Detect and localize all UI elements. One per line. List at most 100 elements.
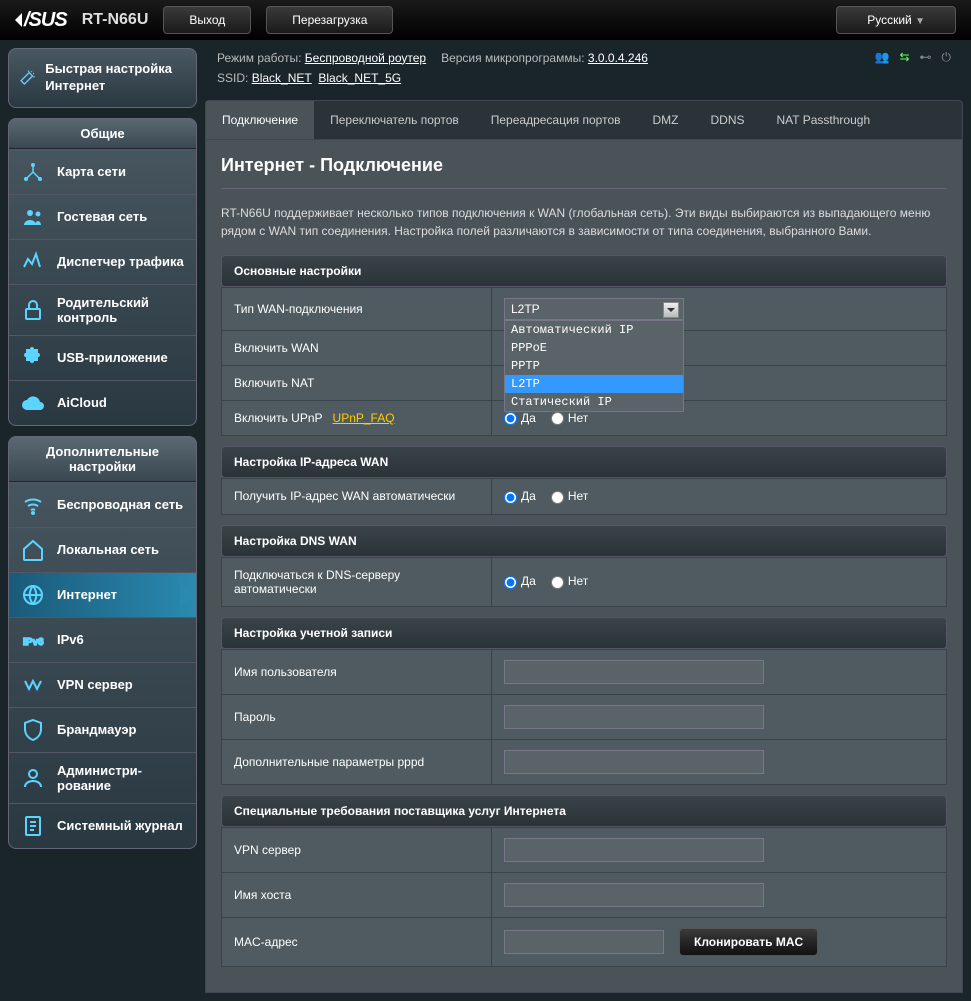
wan-opt-pptp[interactable]: PPTP [505, 357, 683, 375]
wand-icon [19, 67, 35, 89]
section-basic: Основные настройки [221, 255, 947, 287]
sidebar-item-parental[interactable]: Родительский контроль [9, 284, 196, 335]
wan-opt-static[interactable]: Статический IP [505, 393, 683, 411]
enable-wan-label: Включить WAN [222, 331, 492, 366]
tab-ddns[interactable]: DDNS [695, 101, 761, 139]
password-label: Пароль [222, 694, 492, 739]
main-content: Режим работы: Беспроводной роутер Версия… [205, 40, 971, 1001]
section-header: Дополнительные настройки [9, 437, 196, 482]
vpn-input[interactable] [504, 838, 764, 862]
users-icon[interactable]: 👥 [874, 50, 889, 65]
password-input[interactable] [504, 705, 764, 729]
sidebar-item-firewall[interactable]: Брандмауэр [9, 707, 196, 752]
upnp-faq-link[interactable]: UPnP_FAQ [333, 411, 395, 425]
asus-logo: /SUS [15, 9, 67, 32]
fw-link[interactable]: 3.0.0.4.246 [588, 51, 648, 65]
sidebar-item-wireless[interactable]: Беспроводная сеть [9, 482, 196, 527]
tab-nat[interactable]: NAT Passthrough [761, 101, 887, 139]
top-bar: /SUS RT-N66U Выход Перезагрузка Русский … [0, 0, 971, 40]
network-map-icon [21, 160, 45, 184]
wan-opt-pppoe[interactable]: PPPoE [505, 339, 683, 357]
tab-port-trigger[interactable]: Переключатель портов [314, 101, 475, 139]
upnp-yes[interactable]: Да [504, 411, 536, 425]
username-input[interactable] [504, 660, 764, 684]
wan-type-select[interactable]: L2TP [504, 298, 684, 320]
vpn-icon [21, 673, 45, 697]
page-description: RT-N66U поддерживает несколько типов под… [221, 204, 947, 240]
content-panel: Интернет - Подключение RT-N66U поддержив… [205, 140, 963, 993]
model-name: RT-N66U [82, 11, 149, 29]
advanced-section: Дополнительные настройки Беспроводная се… [8, 436, 197, 849]
clone-mac-button[interactable]: Клонировать MAC [679, 928, 818, 956]
guest-icon [21, 205, 45, 229]
sidebar-item-traffic[interactable]: Диспетчер трафика [9, 239, 196, 284]
ssid2-link[interactable]: Black_NET_5G [318, 71, 401, 85]
wan-opt-auto[interactable]: Автоматический IP [505, 321, 683, 339]
sidebar-item-lan[interactable]: Локальная сеть [9, 527, 196, 572]
language-select[interactable]: Русский ▼ [836, 6, 956, 34]
globe-icon [21, 583, 45, 607]
svg-text:IPv6: IPv6 [23, 637, 44, 648]
sidebar-item-admin[interactable]: Администри-рование [9, 752, 196, 803]
page-title: Интернет - Подключение [221, 155, 947, 189]
shield-icon [21, 718, 45, 742]
section-account: Настройка учетной записи [221, 617, 947, 649]
tab-dmz[interactable]: DMZ [637, 101, 695, 139]
mode-link[interactable]: Беспроводной роутер [305, 51, 426, 65]
tab-connection[interactable]: Подключение [206, 101, 314, 139]
wan-opt-l2tp[interactable]: L2TP [505, 375, 683, 393]
tab-port-forward[interactable]: Переадресация портов [475, 101, 637, 139]
general-section: Общие Карта сети Гостевая сеть Диспетчер… [8, 118, 197, 426]
sidebar-item-guest[interactable]: Гостевая сеть [9, 194, 196, 239]
sidebar-item-vpn[interactable]: VPN сервер [9, 662, 196, 707]
section-header: Общие [9, 119, 196, 149]
ipv6-icon: IPv6 [21, 628, 45, 652]
sidebar-item-aicloud[interactable]: AiCloud [9, 380, 196, 425]
status-icons: 👥 ⇆ ⊷ ⏻ [874, 50, 951, 65]
enable-nat-label: Включить NAT [222, 366, 492, 401]
log-icon [21, 814, 45, 838]
ssid1-link[interactable]: Black_NET [252, 71, 312, 85]
cloud-icon [21, 391, 45, 415]
pppd-input[interactable] [504, 750, 764, 774]
section-isp: Специальные требования поставщика услуг … [221, 795, 947, 827]
upnp-no[interactable]: Нет [551, 411, 588, 425]
sidebar-item-usb[interactable]: USB-приложение [9, 335, 196, 380]
autoip-yes[interactable]: Да [504, 489, 536, 503]
sidebar: Быстрая настройка Интернет Общие Карта с… [0, 40, 205, 1001]
vpn-label: VPN сервер [222, 827, 492, 872]
auto-dns-label: Подключаться к DNS-серверу автоматически [222, 557, 492, 606]
admin-icon [21, 766, 45, 790]
autodns-yes[interactable]: Да [504, 574, 536, 588]
host-label: Имя хоста [222, 872, 492, 917]
sidebar-item-network-map[interactable]: Карта сети [9, 149, 196, 194]
wifi-status-icon[interactable]: ⏻ [942, 50, 952, 65]
host-input[interactable] [504, 883, 764, 907]
section-wan-ip: Настройка IP-адреса WAN [221, 446, 947, 478]
info-bar: Режим работы: Беспроводной роутер Версия… [205, 40, 963, 95]
usb-icon[interactable]: ⊷ [920, 50, 932, 65]
logout-button[interactable]: Выход [163, 6, 251, 34]
lock-icon [21, 298, 45, 322]
autodns-no[interactable]: Нет [551, 574, 588, 588]
pppd-label: Дополнительные параметры pppd [222, 739, 492, 784]
sidebar-item-internet[interactable]: Интернет [9, 572, 196, 617]
mac-input[interactable] [504, 930, 664, 954]
username-label: Имя пользователя [222, 649, 492, 694]
section-dns: Настройка DNS WAN [221, 525, 947, 557]
sidebar-item-syslog[interactable]: Системный журнал [9, 803, 196, 848]
sidebar-item-ipv6[interactable]: IPv6IPv6 [9, 617, 196, 662]
quick-setup-button[interactable]: Быстрая настройка Интернет [8, 48, 197, 108]
tab-bar: Подключение Переключатель портов Переадр… [205, 100, 963, 140]
link-icon[interactable]: ⇆ [899, 50, 909, 65]
wifi-icon [21, 493, 45, 517]
autoip-no[interactable]: Нет [551, 489, 588, 503]
mac-label: MAC-адрес [222, 917, 492, 966]
wan-type-label: Тип WAN-подключения [222, 288, 492, 331]
reboot-button[interactable]: Перезагрузка [266, 6, 393, 34]
traffic-icon [21, 250, 45, 274]
auto-ip-label: Получить IP-адрес WAN автоматически [222, 479, 492, 514]
wan-type-dropdown: Автоматический IP PPPoE PPTP L2TP Статич… [504, 320, 684, 412]
puzzle-icon [21, 346, 45, 370]
home-icon [21, 538, 45, 562]
